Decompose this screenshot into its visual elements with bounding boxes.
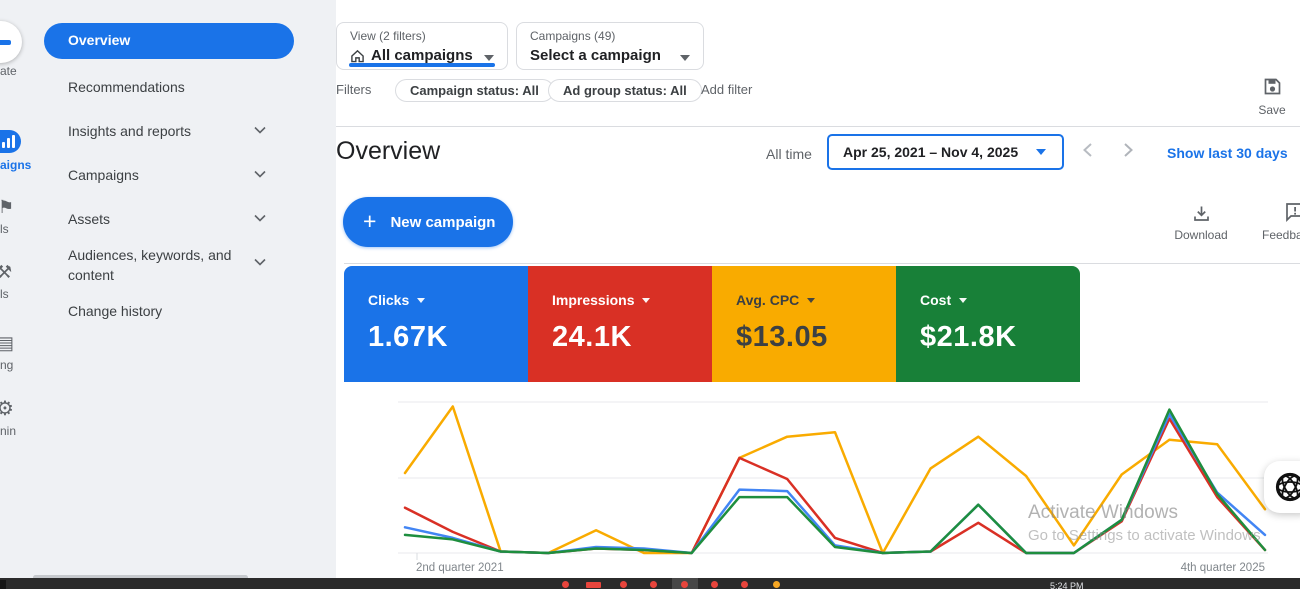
admin-icon[interactable]: ⚙ — [0, 399, 14, 419]
chatgpt-logo-icon — [1273, 470, 1300, 504]
caret-down-icon — [417, 298, 425, 303]
scorecard-value: $13.05 — [736, 321, 896, 354]
x-axis-label-end: 4th quarter 2025 — [1181, 562, 1265, 574]
taskbar-clock[interactable]: 5:24 PM — [1050, 581, 1084, 589]
caret-down-icon — [680, 55, 690, 61]
chevron-down-icon[interactable] — [254, 214, 266, 222]
feedback-icon[interactable] — [1284, 201, 1300, 223]
caret-down-icon — [1036, 149, 1046, 155]
create-button[interactable] — [0, 21, 22, 63]
scorecard-value: 24.1K — [552, 321, 712, 354]
plus-icon — [0, 40, 11, 45]
billing-icon[interactable]: ▤ — [0, 334, 14, 352]
download-button-label[interactable]: Download — [1164, 228, 1238, 242]
scorecard-impressions[interactable]: Impressions 24.1K — [528, 266, 712, 382]
assistant-overlay-button[interactable] — [1264, 461, 1300, 513]
add-filter-button[interactable]: Add filter — [701, 82, 752, 97]
taskbar-app-icon[interactable] — [711, 581, 718, 588]
caret-down-icon — [642, 298, 650, 303]
sidebar-item-campaigns[interactable]: Campaigns — [68, 165, 256, 185]
new-campaign-label: New campaign — [390, 214, 495, 231]
scorecard-value: $21.8K — [920, 321, 1080, 354]
chevron-down-icon[interactable] — [254, 126, 266, 134]
filter-chip-campaign-status[interactable]: Campaign status: All — [395, 79, 554, 102]
google-ads-overview-page: ate aigns ⚑ ls ⚒ ls ▤ ng ⚙ nin Overview … — [0, 0, 1300, 589]
chevron-down-icon[interactable] — [254, 170, 266, 178]
feedback-button-label[interactable]: Feedback — [1262, 228, 1300, 242]
chevron-down-icon[interactable] — [254, 258, 266, 266]
sidebar-item-insights-and-reports[interactable]: Insights and reports — [68, 121, 256, 141]
date-range-value: Apr 25, 2021 – Nov 4, 2025 — [843, 144, 1018, 160]
rail-label-campaigns[interactable]: aigns — [0, 158, 31, 172]
sidebar-item-overview[interactable]: Overview — [44, 23, 294, 59]
taskbar-app-icon[interactable] — [773, 581, 780, 588]
sidebar-item-label: Overview — [44, 23, 294, 48]
save-button-label[interactable]: Save — [1252, 103, 1292, 117]
goals-icon[interactable]: ⚑ — [0, 198, 14, 216]
scorecard-metric-label[interactable]: Clicks — [368, 292, 409, 308]
next-period-button[interactable] — [1120, 141, 1136, 159]
rail-label-billing[interactable]: ng — [0, 358, 13, 372]
previous-period-button[interactable] — [1080, 141, 1096, 159]
sidebar-item-change-history[interactable]: Change history — [68, 301, 256, 321]
new-campaign-button[interactable]: + New campaign — [343, 197, 513, 247]
rail-label-admin[interactable]: nin — [0, 424, 16, 438]
scorecard-avg-cpc[interactable]: Avg. CPC $13.05 — [712, 266, 896, 382]
performance-chart-svg — [344, 388, 1300, 578]
performance-chart[interactable]: 2nd quarter 2021 4th quarter 2025 Activa… — [344, 388, 1300, 588]
scorecard-metric-label[interactable]: Impressions — [552, 292, 634, 308]
scorecard-cost[interactable]: Cost $21.8K — [896, 266, 1080, 382]
sidebar: ate aigns ⚑ ls ⚒ ls ▤ ng ⚙ nin Overview … — [0, 0, 336, 578]
taskbar-app-icon[interactable] — [620, 581, 627, 588]
taskbar-app-icon[interactable] — [741, 581, 748, 588]
sidebar-item-assets[interactable]: Assets — [68, 209, 256, 229]
windows-taskbar[interactable]: 5:24 PM — [0, 578, 1300, 589]
header-divider — [336, 126, 1300, 127]
rail-label-tools[interactable]: ls — [0, 287, 9, 301]
taskbar-app-icon[interactable] — [681, 581, 688, 588]
card-section-divider — [344, 263, 1300, 264]
show-last-30-days-link[interactable]: Show last 30 days — [1167, 145, 1288, 161]
sidebar-item-recommendations[interactable]: Recommendations — [68, 77, 256, 97]
activate-windows-watermark: Activate Windows — [1028, 502, 1178, 524]
caret-down-icon — [807, 298, 815, 303]
x-axis-label-start: 2nd quarter 2021 — [416, 562, 504, 574]
scorecard-value: 1.67K — [368, 321, 528, 354]
page-title: Overview — [336, 137, 440, 166]
view-selector-value: All campaigns — [371, 47, 473, 64]
scorecard-clicks[interactable]: Clicks 1.67K — [344, 266, 528, 382]
download-icon[interactable] — [1192, 204, 1211, 223]
save-icon[interactable] — [1263, 77, 1282, 96]
view-selector-label: View (2 filters) — [350, 29, 426, 43]
filter-chip-ad-group-status[interactable]: Ad group status: All — [548, 79, 702, 102]
scorecard-metric-label[interactable]: Cost — [920, 292, 951, 308]
caret-down-icon — [484, 55, 494, 61]
tools-icon[interactable]: ⚒ — [0, 263, 12, 281]
date-range-picker[interactable]: Apr 25, 2021 – Nov 4, 2025 — [827, 134, 1064, 170]
rail-label-goals[interactable]: ls — [0, 222, 9, 236]
home-icon — [350, 49, 365, 63]
campaign-selector[interactable]: Campaigns (49) Select a campaign — [516, 22, 704, 70]
campaign-selector-label: Campaigns (49) — [530, 29, 615, 43]
sidebar-item-audiences-keywords-content[interactable]: Audiences, keywords, and content — [68, 245, 256, 285]
taskbar-app-icon[interactable] — [562, 581, 569, 588]
campaign-selector-value: Select a campaign — [530, 47, 661, 64]
scorecard-metric-label[interactable]: Avg. CPC — [736, 292, 799, 308]
taskbar-app-icon[interactable] — [650, 581, 657, 588]
view-selector[interactable]: View (2 filters) All campaigns — [336, 22, 508, 70]
date-range-label: All time — [766, 146, 812, 162]
taskbar-edge — [0, 580, 6, 589]
campaigns-icon[interactable] — [0, 130, 21, 153]
rail-label-create: ate — [0, 64, 17, 78]
taskbar-app-icon[interactable] — [586, 582, 601, 588]
activate-windows-watermark-line2: Go to Settings to activate Windows — [1028, 527, 1261, 544]
plus-icon: + — [363, 208, 376, 235]
caret-down-icon — [959, 298, 967, 303]
filters-label: Filters — [336, 82, 371, 97]
view-selector-active-indicator — [349, 63, 495, 68]
